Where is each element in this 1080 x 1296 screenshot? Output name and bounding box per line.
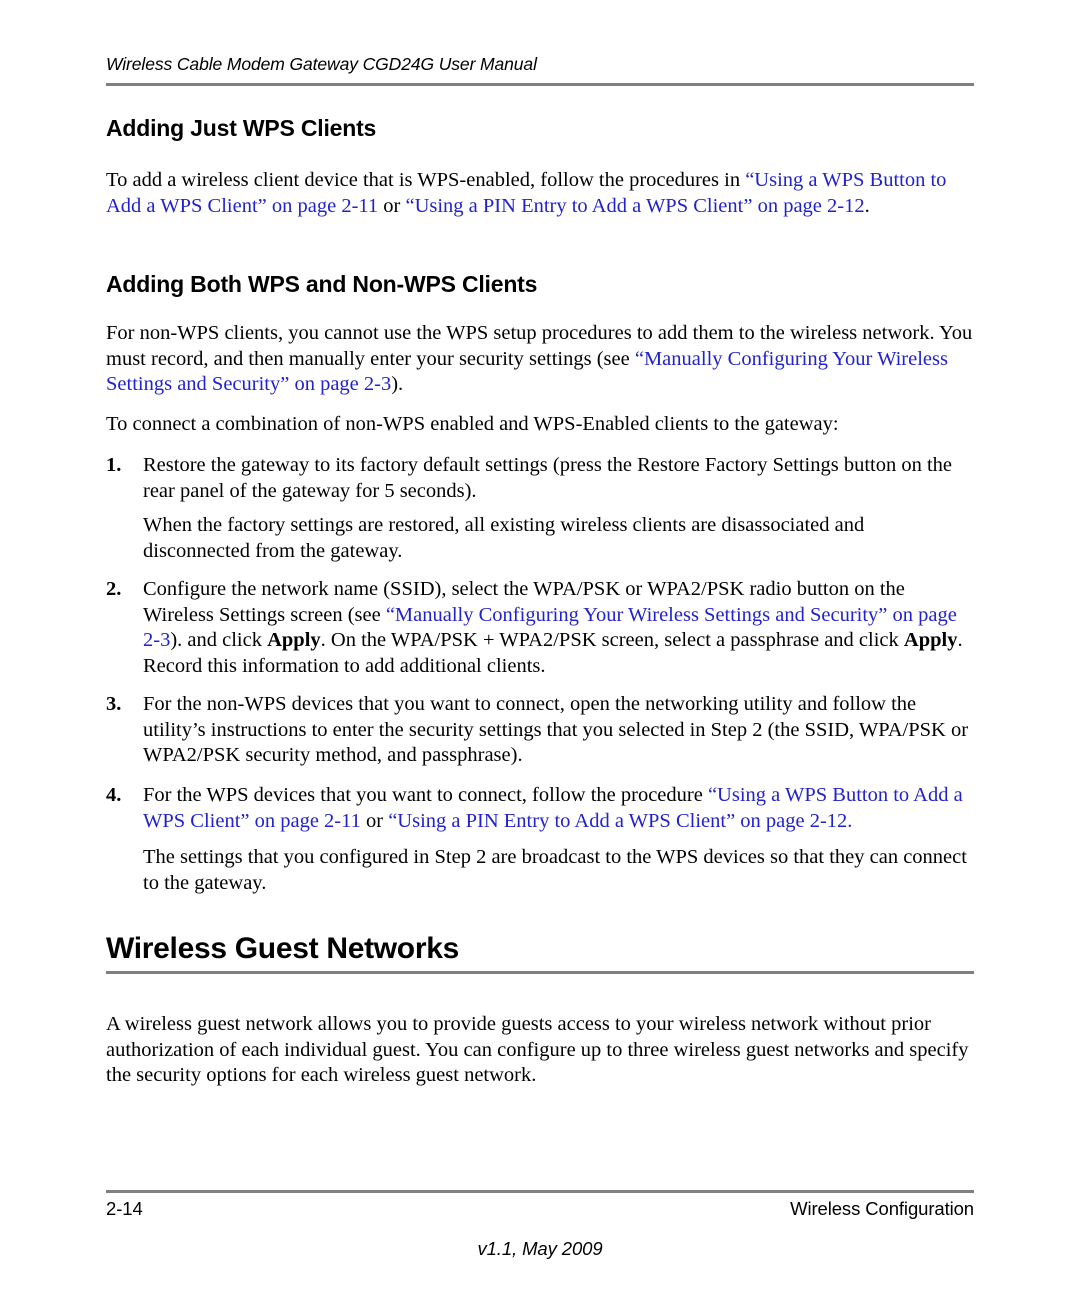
running-header-title: Wireless Cable Modem Gateway CGD24G User…: [106, 54, 537, 74]
list-marker: 4.: [106, 784, 122, 806]
footer-chapter-title: Wireless Configuration: [790, 1198, 974, 1219]
continuation-text: When the factory settings are restored, …: [143, 514, 865, 562]
text-fragment: or: [378, 194, 406, 217]
list-item-step-1-continuation: When the factory settings are restored, …: [106, 513, 974, 564]
footer-version: v1.1, May 2009: [477, 1238, 603, 1259]
crossref-link-pin-entry[interactable]: “Using a PIN Entry to Add a WPS Client” …: [405, 195, 864, 217]
list-item-text: For the non-WPS devices that you want to…: [143, 693, 969, 767]
text-fragment: .: [864, 194, 870, 217]
list-item-step-4: 4. For the WPS devices that you want to …: [106, 783, 974, 834]
paragraph-wireless-guest-network: A wireless guest network allows you to p…: [106, 1013, 969, 1087]
section-title-divider: [106, 971, 974, 974]
list-item-text: Configure the network name (SSID), selec…: [143, 577, 974, 679]
version-line: v1.1, May 2009: [0, 1238, 1080, 1260]
text-fragment: To add a wireless client device that is …: [106, 169, 746, 191]
paragraph-wps-clients: To add a wireless client device that is …: [106, 168, 974, 219]
footer-page-number: 2-14: [106, 1198, 143, 1219]
page-title-wireless-guest-networks: Wireless Guest Networks: [106, 932, 459, 965]
list-item-text: For the WPS devices that you want to con…: [143, 783, 974, 834]
text-fragment: ).: [391, 373, 404, 396]
document-page: Wireless Cable Modem Gateway CGD24G User…: [0, 0, 1080, 1296]
apply-button-reference: Apply: [903, 629, 958, 652]
text-fragment: For the WPS devices that you want to con…: [143, 784, 708, 806]
heading-adding-both-wps-and-non-wps-clients: Adding Both WPS and Non-WPS Clients: [106, 271, 538, 297]
list-item-step-2: 2. Configure the network name (SSID), se…: [106, 577, 974, 679]
header-divider: [106, 83, 974, 86]
crossref-link-pin-entry[interactable]: “Using a PIN Entry to Add a WPS Client” …: [388, 810, 852, 832]
list-marker: 3.: [106, 693, 122, 715]
list-item-text: Restore the gateway to its factory defau…: [143, 454, 952, 502]
text-fragment: or: [360, 809, 389, 832]
footer-divider: [106, 1190, 974, 1193]
text-fragment: ). and click: [170, 629, 268, 652]
list-marker: 2.: [106, 578, 122, 600]
text-fragment: . On the WPA/PSK + WPA2/PSK screen, sele…: [320, 629, 904, 652]
apply-button-reference: Apply: [267, 629, 321, 652]
list-marker: 1.: [106, 454, 122, 476]
continuation-text: The settings that you configured in Step…: [143, 846, 967, 894]
paragraph-non-wps-clients: For non-WPS clients, you cannot use the …: [106, 321, 974, 398]
running-header: Wireless Cable Modem Gateway CGD24G User…: [106, 54, 974, 75]
list-item-step-4-continuation: The settings that you configured in Step…: [106, 845, 974, 896]
paragraph-connect-combination: To connect a combination of non-WPS enab…: [106, 413, 839, 435]
heading-adding-just-wps-clients: Adding Just WPS Clients: [106, 115, 377, 141]
list-item-step-3: 3. For the non-WPS devices that you want…: [106, 692, 974, 769]
list-item-step-1: 1. Restore the gateway to its factory de…: [106, 453, 974, 504]
footer: 2-14 Wireless Configuration: [106, 1198, 974, 1220]
